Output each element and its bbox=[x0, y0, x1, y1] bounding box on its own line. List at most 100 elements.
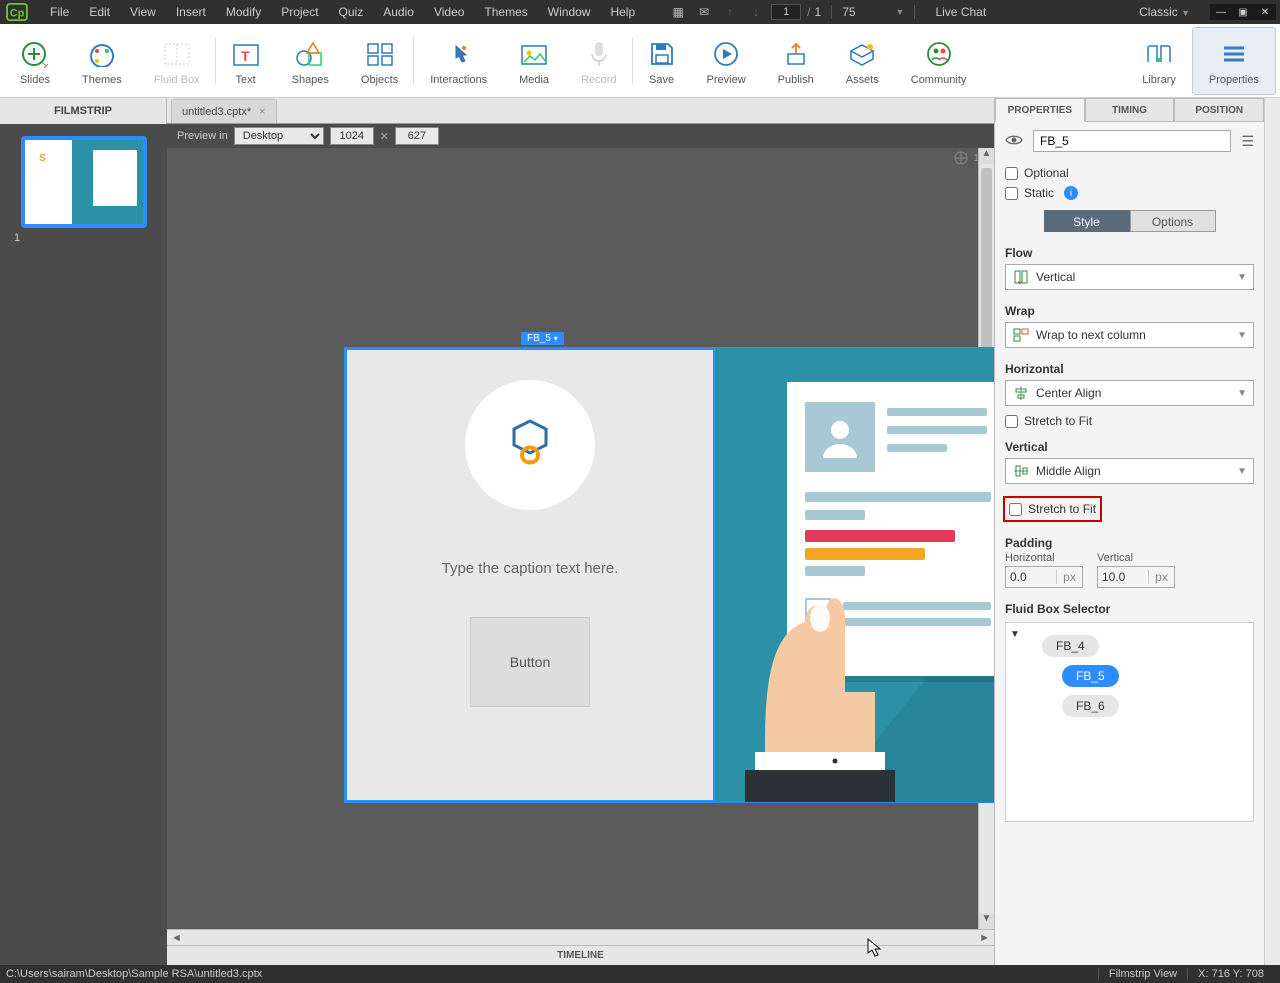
tool-properties[interactable]: Properties bbox=[1192, 27, 1276, 95]
flow-select[interactable]: Vertical▼ bbox=[1005, 264, 1254, 290]
tool-community[interactable]: Community bbox=[895, 27, 983, 95]
tool-record[interactable]: Record bbox=[565, 27, 632, 95]
svg-text:T: T bbox=[241, 48, 250, 64]
fluidbox-tree: ▼ FB_4 FB_5 FB_6 bbox=[1005, 622, 1254, 822]
vertical-select[interactable]: Middle Align▼ bbox=[1005, 458, 1254, 484]
menu-window[interactable]: Window bbox=[538, 5, 601, 19]
properties-vscrollbar[interactable] bbox=[1264, 98, 1280, 965]
menu-video[interactable]: Video bbox=[424, 5, 474, 19]
visibility-eye-icon[interactable] bbox=[1005, 134, 1023, 149]
padding-h-input[interactable]: 0.0px bbox=[1005, 566, 1083, 588]
window-maximize-icon[interactable]: ▣ bbox=[1232, 4, 1254, 20]
tool-slides[interactable]: Slides bbox=[4, 27, 66, 95]
fluidbox-fb5[interactable]: Type the caption text here. Button bbox=[345, 348, 715, 802]
tool-interactions[interactable]: Interactions bbox=[414, 27, 503, 95]
checkbox-static[interactable]: Statici bbox=[1005, 186, 1254, 200]
zoom-value[interactable]: 75 bbox=[842, 5, 855, 19]
wrap-select[interactable]: Wrap to next column▼ bbox=[1005, 322, 1254, 348]
live-chat[interactable]: Live Chat bbox=[925, 5, 996, 19]
object-name-input[interactable] bbox=[1033, 130, 1231, 152]
tool-media[interactable]: Media bbox=[503, 27, 565, 95]
scroll-right-icon[interactable]: ► bbox=[979, 932, 990, 944]
tab-timing[interactable]: TIMING bbox=[1085, 98, 1175, 122]
menu-project[interactable]: Project bbox=[271, 5, 328, 19]
tool-shapes[interactable]: Shapes bbox=[276, 27, 345, 95]
properties-panel: PROPERTIES TIMING POSITION ☰ Optional St… bbox=[994, 98, 1280, 965]
mail-icon[interactable]: ✉ bbox=[691, 5, 717, 19]
caret-down-icon: ▼ bbox=[1237, 272, 1247, 283]
tool-themes[interactable]: Themes bbox=[66, 27, 138, 95]
tool-text[interactable]: TText bbox=[216, 27, 276, 95]
padding-v-input[interactable]: 10.0px bbox=[1097, 566, 1175, 588]
tool-publish[interactable]: Publish bbox=[762, 27, 830, 95]
subtab-style[interactable]: Style bbox=[1044, 210, 1130, 232]
tool-save[interactable]: Save bbox=[633, 27, 691, 95]
scroll-left-icon[interactable]: ◄ bbox=[171, 932, 182, 944]
scroll-up-icon[interactable]: ▲ bbox=[979, 148, 994, 164]
padding-label: Padding bbox=[995, 530, 1264, 552]
fb-node-fb6[interactable]: FB_6 bbox=[1062, 695, 1119, 717]
tool-preview[interactable]: Preview bbox=[691, 27, 762, 95]
preview-bar: Preview in Desktop 1024 ✕ 627 bbox=[167, 124, 994, 148]
menu-view[interactable]: View bbox=[120, 5, 166, 19]
arrow-down-icon[interactable]: ↑ bbox=[717, 5, 743, 19]
document-tab[interactable]: untitled3.cptx* × bbox=[171, 99, 277, 123]
status-view[interactable]: Filmstrip View bbox=[1098, 968, 1187, 980]
slide[interactable]: FB_5 ▾ Type the caption text here. Butto… bbox=[345, 348, 994, 802]
menu-themes[interactable]: Themes bbox=[474, 5, 537, 19]
preview-width[interactable]: 1024 bbox=[330, 127, 374, 145]
layout-icon[interactable]: ▦ bbox=[665, 5, 691, 19]
zoom-caret-icon[interactable]: ▼ bbox=[896, 7, 905, 17]
menu-insert[interactable]: Insert bbox=[166, 5, 216, 19]
center-align-icon bbox=[1012, 385, 1030, 401]
window-close-icon[interactable]: ✕ bbox=[1254, 4, 1276, 20]
canvas[interactable]: 102 ▲ ▼ FB_5 ▾ Type the caption text her… bbox=[167, 148, 994, 929]
flow-vertical-icon bbox=[1012, 269, 1030, 285]
tab-position[interactable]: POSITION bbox=[1174, 98, 1264, 122]
menu-audio[interactable]: Audio bbox=[373, 5, 424, 19]
tool-assets[interactable]: Assets bbox=[830, 27, 895, 95]
tool-objects[interactable]: Objects bbox=[345, 27, 414, 95]
workspace-switcher[interactable]: Classic ▼ bbox=[1129, 5, 1200, 19]
preview-height[interactable]: 627 bbox=[395, 127, 439, 145]
horizontal-select[interactable]: Center Align▼ bbox=[1005, 380, 1254, 406]
subtab-options[interactable]: Options bbox=[1130, 210, 1216, 232]
window-minimize-icon[interactable]: — bbox=[1210, 4, 1232, 20]
menu-edit[interactable]: Edit bbox=[79, 5, 120, 19]
fluidbox-fb6[interactable]: ✔ bbox=[715, 348, 994, 802]
app-logo: Cp bbox=[4, 2, 30, 22]
page-separator: / bbox=[807, 5, 810, 19]
info-icon[interactable]: i bbox=[1064, 186, 1078, 200]
caption-placeholder[interactable]: Type the caption text here. bbox=[347, 560, 713, 577]
checkbox-h-stretch[interactable]: Stretch to Fit bbox=[1005, 414, 1254, 428]
wrap-label: Wrap bbox=[995, 298, 1264, 320]
panel-menu-icon[interactable]: ☰ bbox=[1241, 133, 1254, 150]
menu-quiz[interactable]: Quiz bbox=[329, 5, 374, 19]
flow-label: Flow bbox=[995, 240, 1264, 262]
fb-node-fb5[interactable]: FB_5 bbox=[1062, 665, 1119, 687]
vertical-label: Vertical bbox=[995, 434, 1264, 456]
menu-file[interactable]: File bbox=[40, 5, 79, 19]
checkbox-optional[interactable]: Optional bbox=[1005, 166, 1254, 180]
scroll-down-icon[interactable]: ▼ bbox=[979, 913, 994, 929]
menu-help[interactable]: Help bbox=[600, 5, 645, 19]
tool-fluidbox[interactable]: Fluid Box bbox=[138, 27, 216, 95]
checkbox-v-stretch[interactable]: Stretch to Fit bbox=[1009, 502, 1096, 516]
preview-device-select[interactable]: Desktop bbox=[234, 127, 324, 145]
arrow-up-icon[interactable]: ↓ bbox=[743, 5, 769, 19]
fb-node-fb4[interactable]: FB_4 bbox=[1042, 635, 1099, 657]
menu-bar: Cp File Edit View Insert Modify Project … bbox=[0, 0, 1280, 24]
tree-collapse-icon[interactable]: ▼ bbox=[1010, 629, 1020, 640]
tab-properties[interactable]: PROPERTIES bbox=[995, 98, 1085, 122]
tab-close-icon[interactable]: × bbox=[259, 106, 265, 118]
placeholder-logo[interactable] bbox=[465, 380, 595, 510]
button-placeholder[interactable]: Button bbox=[470, 617, 590, 707]
timeline-header[interactable]: TIMELINE bbox=[167, 945, 994, 965]
scroll-thumb[interactable] bbox=[981, 168, 992, 368]
page-current[interactable]: 1 bbox=[771, 4, 801, 20]
tool-library[interactable]: Library bbox=[1126, 27, 1192, 95]
slide-thumbnail-1[interactable]: S bbox=[21, 136, 147, 228]
canvas-hscrollbar[interactable]: ◄ ► bbox=[167, 929, 994, 945]
slide-number: 1 bbox=[8, 232, 159, 244]
menu-modify[interactable]: Modify bbox=[216, 5, 271, 19]
